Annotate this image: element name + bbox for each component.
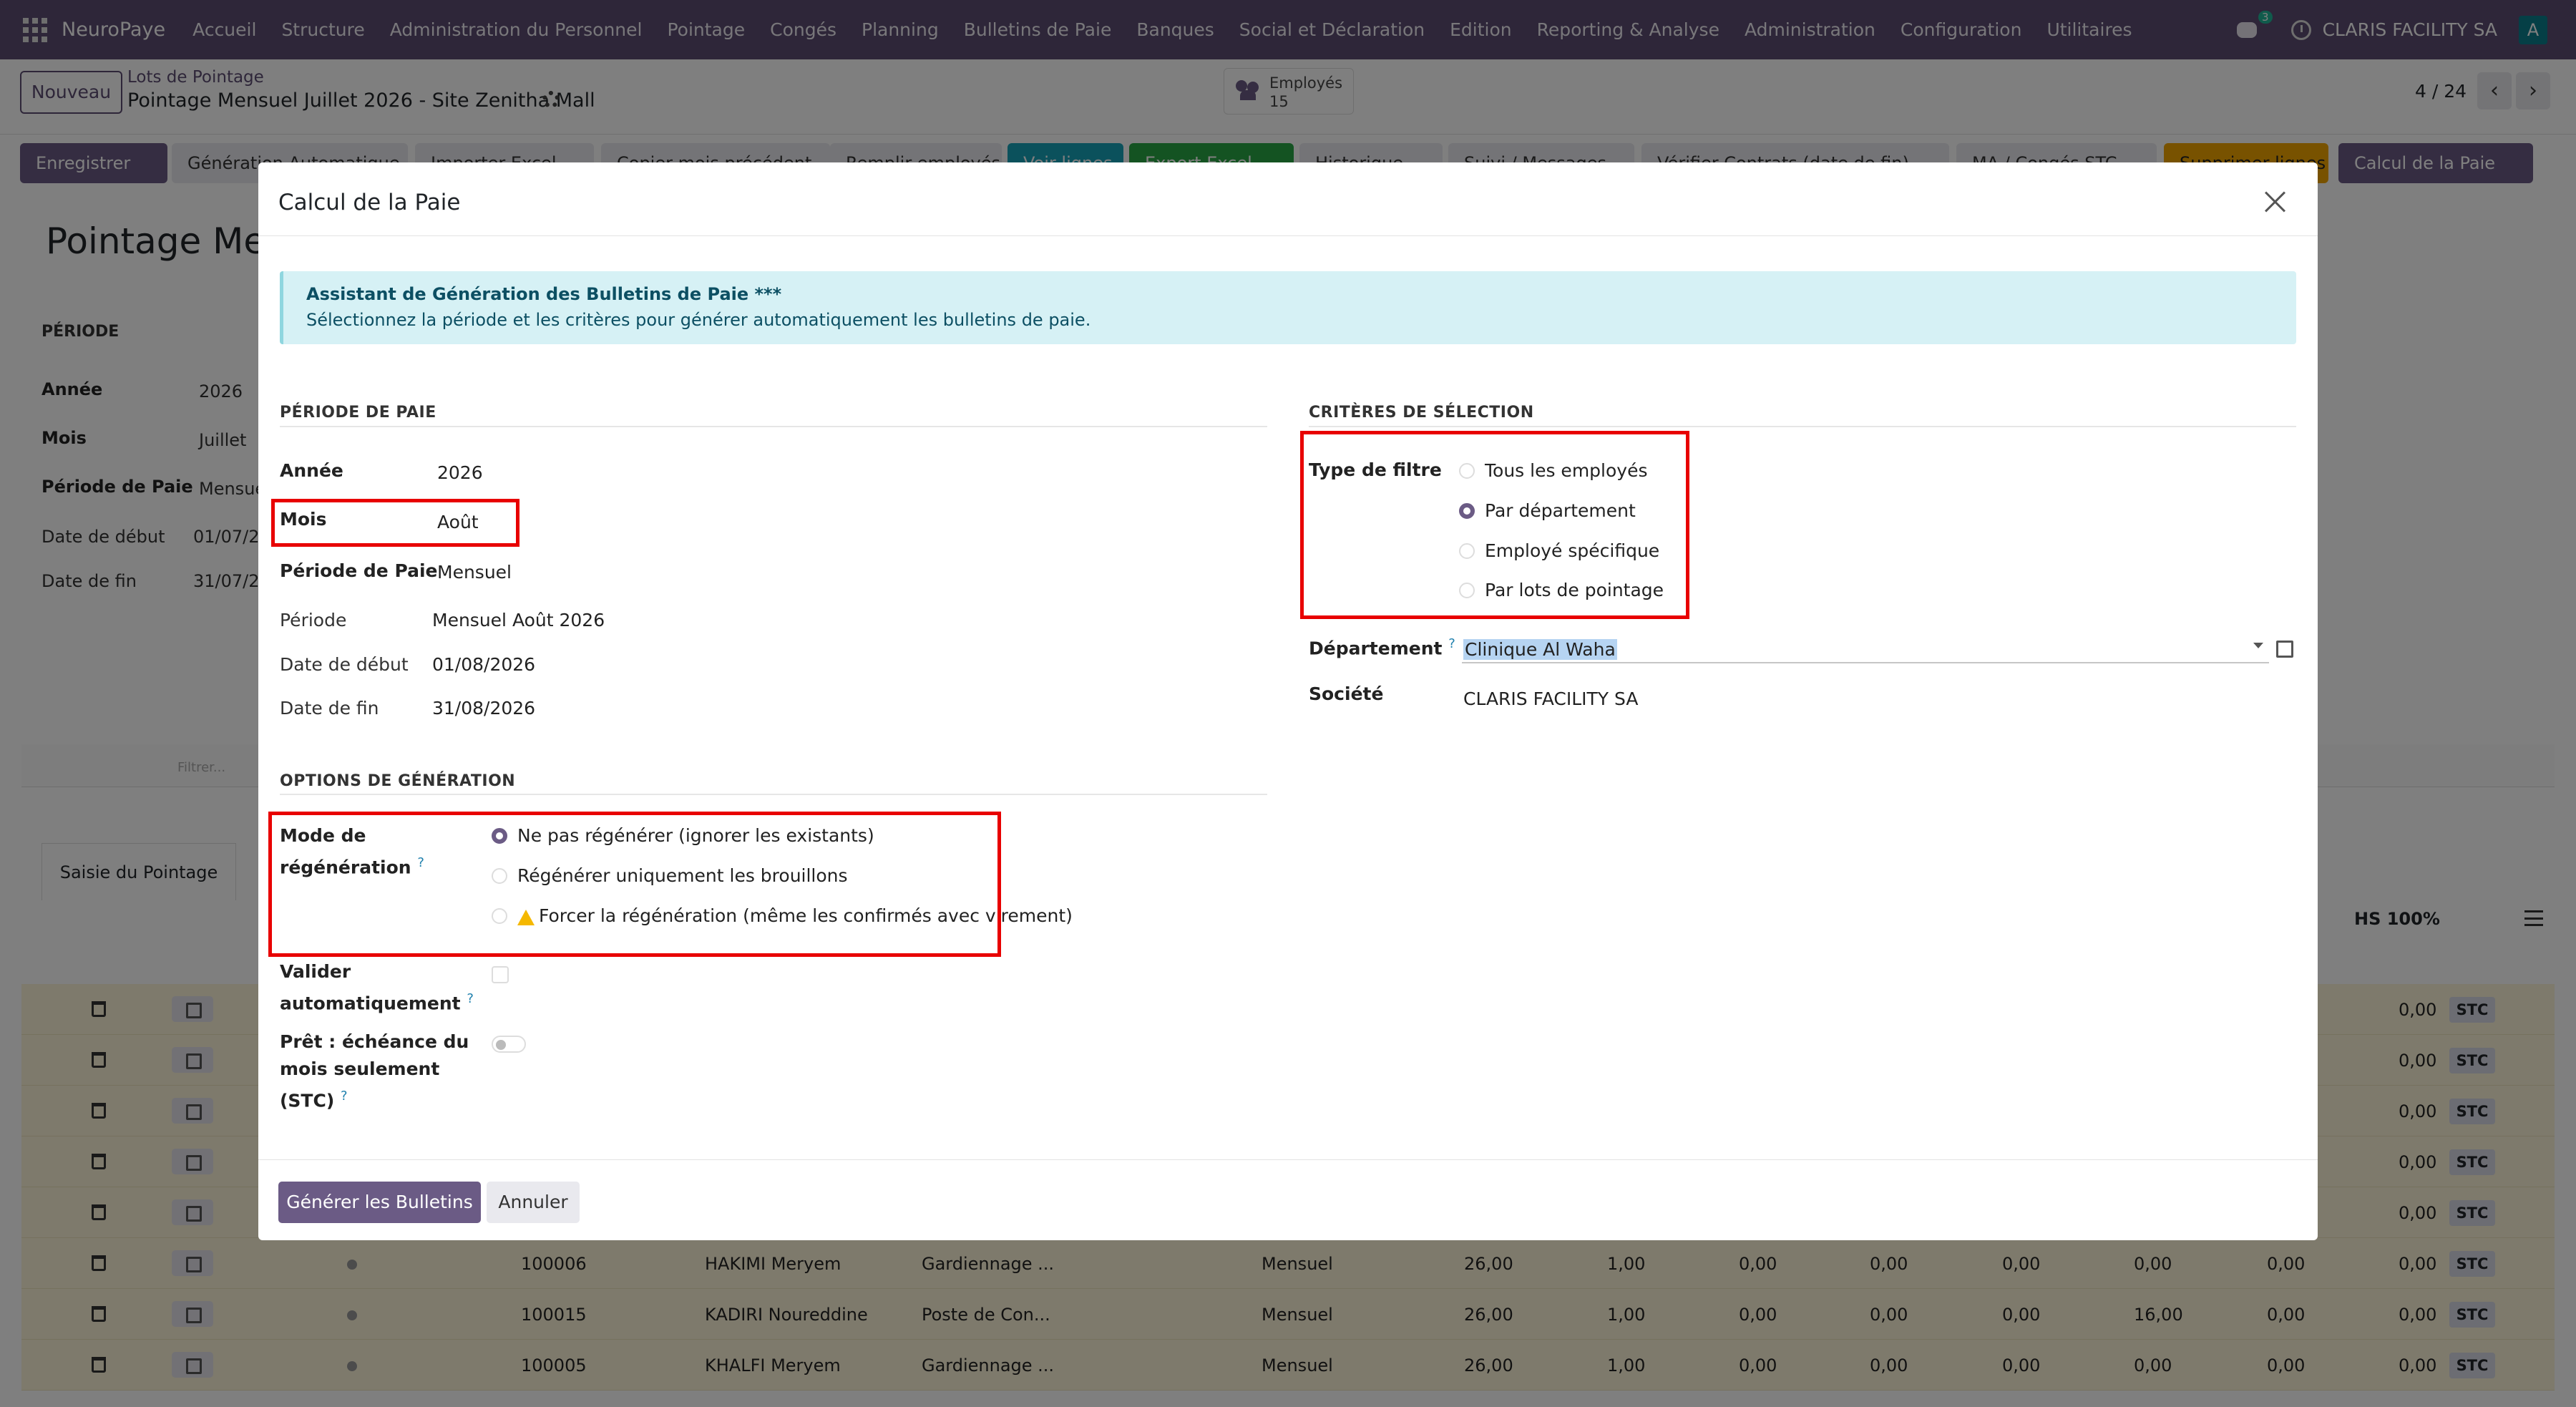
- pay-period-label: Période de Paie: [280, 560, 438, 581]
- close-icon[interactable]: [2262, 188, 2288, 214]
- options-section-divider: [280, 794, 1267, 795]
- department-input[interactable]: Clinique Al Waha: [1462, 635, 2269, 663]
- period-section-title: PÉRIODE DE PAIE: [280, 404, 436, 422]
- end-date-value: 31/08/2026: [432, 698, 536, 719]
- help-icon[interactable]: ?: [467, 991, 474, 1006]
- alert-text: Sélectionnez la période et les critères …: [306, 310, 1091, 330]
- info-alert: Assistant de Génération des Bulletins de…: [280, 271, 2296, 344]
- dialog-footer-divider: [258, 1159, 2318, 1160]
- help-icon[interactable]: ?: [341, 1089, 348, 1104]
- payroll-calc-dialog: Calcul de la Paie Assistant de Génératio…: [258, 162, 2318, 1240]
- highlight-month: [271, 499, 519, 547]
- loan-stc-toggle[interactable]: [492, 1036, 526, 1053]
- start-date-value: 01/08/2026: [432, 654, 536, 675]
- period-label: Période: [280, 610, 347, 631]
- generate-payslips-button[interactable]: Générer les Bulletins: [278, 1182, 481, 1223]
- options-section-title: OPTIONS DE GÉNÉRATION: [280, 772, 516, 790]
- dialog-title: Calcul de la Paie: [278, 190, 461, 215]
- year-label: Année: [280, 460, 343, 481]
- year-field[interactable]: 2026: [437, 462, 483, 483]
- end-date-label: Date de fin: [280, 698, 379, 719]
- pay-period-field[interactable]: Mensuel: [437, 562, 512, 583]
- loan-stc-label: Prêt : échéance du mois seulement (STC) ?: [280, 1031, 469, 1111]
- help-icon[interactable]: ?: [1448, 636, 1455, 651]
- criteria-section-title: CRITÈRES DE SÉLECTION: [1309, 404, 1534, 422]
- company-label: Société: [1309, 683, 1384, 704]
- start-date-label: Date de début: [280, 654, 409, 675]
- alert-title: Assistant de Génération des Bulletins de…: [306, 284, 782, 304]
- chevron-down-icon[interactable]: [2253, 643, 2263, 648]
- highlight-filter-type: [1300, 431, 1689, 619]
- highlight-regen-mode: [268, 812, 1001, 957]
- cancel-button[interactable]: Annuler: [487, 1182, 580, 1223]
- department-label: Département ?: [1309, 636, 1455, 659]
- period-value: Mensuel Août 2026: [432, 610, 605, 631]
- auto-validate-label: Valider automatiquement ?: [280, 961, 474, 1014]
- external-link-icon[interactable]: [2276, 641, 2293, 658]
- company-value: CLARIS FACILITY SA: [1463, 688, 1639, 709]
- dialog-header-divider: [258, 235, 2318, 236]
- auto-validate-checkbox[interactable]: [492, 966, 509, 983]
- period-section-divider: [280, 426, 1267, 427]
- criteria-section-divider: [1309, 426, 2296, 427]
